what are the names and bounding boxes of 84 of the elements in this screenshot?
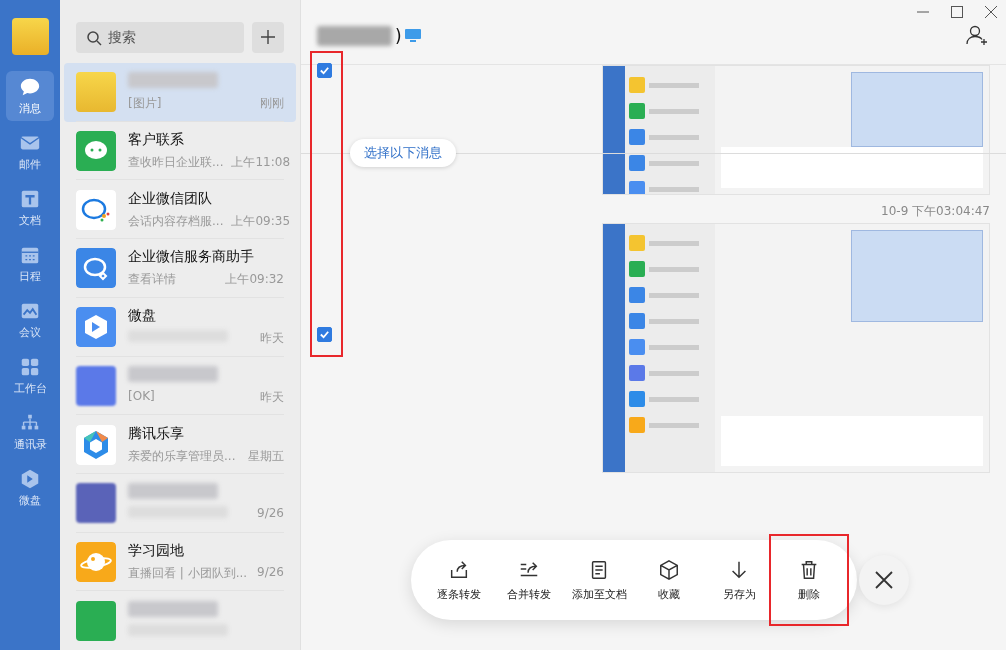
nav-tab[interactable]: 邮件 [6,127,54,177]
blurred-avatar [76,365,116,406]
apps-icon [19,356,41,378]
toolbar-action[interactable]: 删除 [775,540,843,620]
plus-icon [260,29,276,45]
chat-time: 昨天 [260,330,284,348]
cube-icon [76,307,116,348]
chat-title: ) [395,26,402,46]
monitor-icon [404,29,421,43]
nav-tab[interactable]: 文档 [6,183,54,233]
drive-icon [19,468,41,490]
blurred-avatar [76,483,116,524]
chat-item[interactable]: 腾讯乐享 亲爱的乐享管理员... 星期五 [64,415,296,474]
nav-label: 微盘 [19,493,41,508]
chat-bubble-icon [76,248,116,289]
nav-tab[interactable]: 会议 [6,295,54,345]
nav-label: 日程 [19,269,41,284]
nav-label: 消息 [19,101,41,116]
chat-time: 昨天 [260,388,284,406]
chat-name: 微盘 [128,307,156,324]
close-icon[interactable] [984,5,998,19]
chat-time: 上午09:32 [225,271,284,289]
chat-time: 星期五 [248,447,284,465]
chat-item[interactable]: 微盘 昨天 [64,297,296,357]
nav-label: 工作台 [13,381,47,396]
chat-name: 企业微信团队 [128,189,212,206]
nav-label: 文档 [19,213,41,228]
close-icon [873,569,895,591]
chat-bubble-icon [76,131,116,172]
toolbar-action[interactable]: 收藏 [635,549,703,611]
toolbar-action[interactable]: 合并转发 [495,549,563,611]
chat-preview: [图片] [128,95,162,113]
chat-icon [19,76,41,98]
chat-item[interactable]: 企业微信团队 会话内容存档服... 上午09:35 [64,180,296,240]
nav-tab[interactable]: 日程 [6,239,54,289]
chat-name: 客户联系 [128,131,184,148]
chat-preview: 直播回看 | 小团队到... [128,564,248,582]
toolbar-action[interactable]: 另存为 [705,549,773,611]
planet-icon [76,541,116,582]
chat-bubble-icon [76,189,116,230]
nav-label: 会议 [19,325,41,340]
select-below-button[interactable]: 选择以下消息 [350,139,456,167]
chat-time: 9/26 [257,506,284,523]
check-icon [319,328,330,340]
hexagon-logo-icon [76,424,116,465]
nav-tab[interactable]: 通讯录 [6,407,54,457]
message-time: 10-9 下午03:04:47 [881,203,990,220]
nav-tab[interactable]: 消息 [6,71,54,121]
nav-label: 邮件 [19,157,41,172]
share-arrow-icon [448,558,470,581]
chat-item[interactable]: 企业微信服务商助手 查看详情 上午09:32 [64,239,296,298]
chat-time: 上午09:35 [231,212,291,230]
cube-icon [658,558,680,581]
nav-tab[interactable]: 工作台 [6,351,54,401]
checkbox[interactable] [317,63,332,78]
chat-time: 刚刚 [260,95,284,113]
chat-name: 学习园地 [128,541,184,558]
doc-icon [19,188,41,210]
chat-name: 腾讯乐享 [128,424,184,441]
chat-item[interactable]: 客户联系 查收昨日企业联... 上午11:08 [64,121,296,181]
chat-time: 9/26 [257,564,284,581]
check-icon [319,65,330,76]
add-button[interactable] [252,22,284,53]
chat-preview: 亲爱的乐享管理员... [128,447,236,465]
chat-name: 企业微信服务商助手 [128,248,254,265]
app-avatar [76,600,116,641]
search-field[interactable]: 搜索 [76,22,244,53]
nav-tab[interactable]: 微盘 [6,463,54,513]
nav-label: 通讯录 [13,437,47,452]
chat-preview: 查收昨日企业联... [128,154,224,172]
user-avatar[interactable] [11,18,49,55]
chat-preview: [OK] [128,388,155,405]
toolbar-action[interactable]: 添加至文档 [565,549,633,611]
add-member-icon[interactable] [966,24,988,46]
toolbar-action[interactable]: 逐条转发 [425,549,493,611]
search-placeholder: 搜索 [108,28,136,47]
chat-item[interactable]: 学习园地 直播回看 | 小团队到... 9/26 [64,532,296,592]
photo-placeholder [76,72,116,113]
maximize-icon[interactable] [950,5,964,19]
chat-time: 上午11:08 [231,154,291,172]
search-icon [86,29,102,46]
checkbox[interactable] [317,326,332,342]
chat-preview: 查看详情 [128,271,176,289]
chat-preview: 会话内容存档服... [128,212,224,230]
